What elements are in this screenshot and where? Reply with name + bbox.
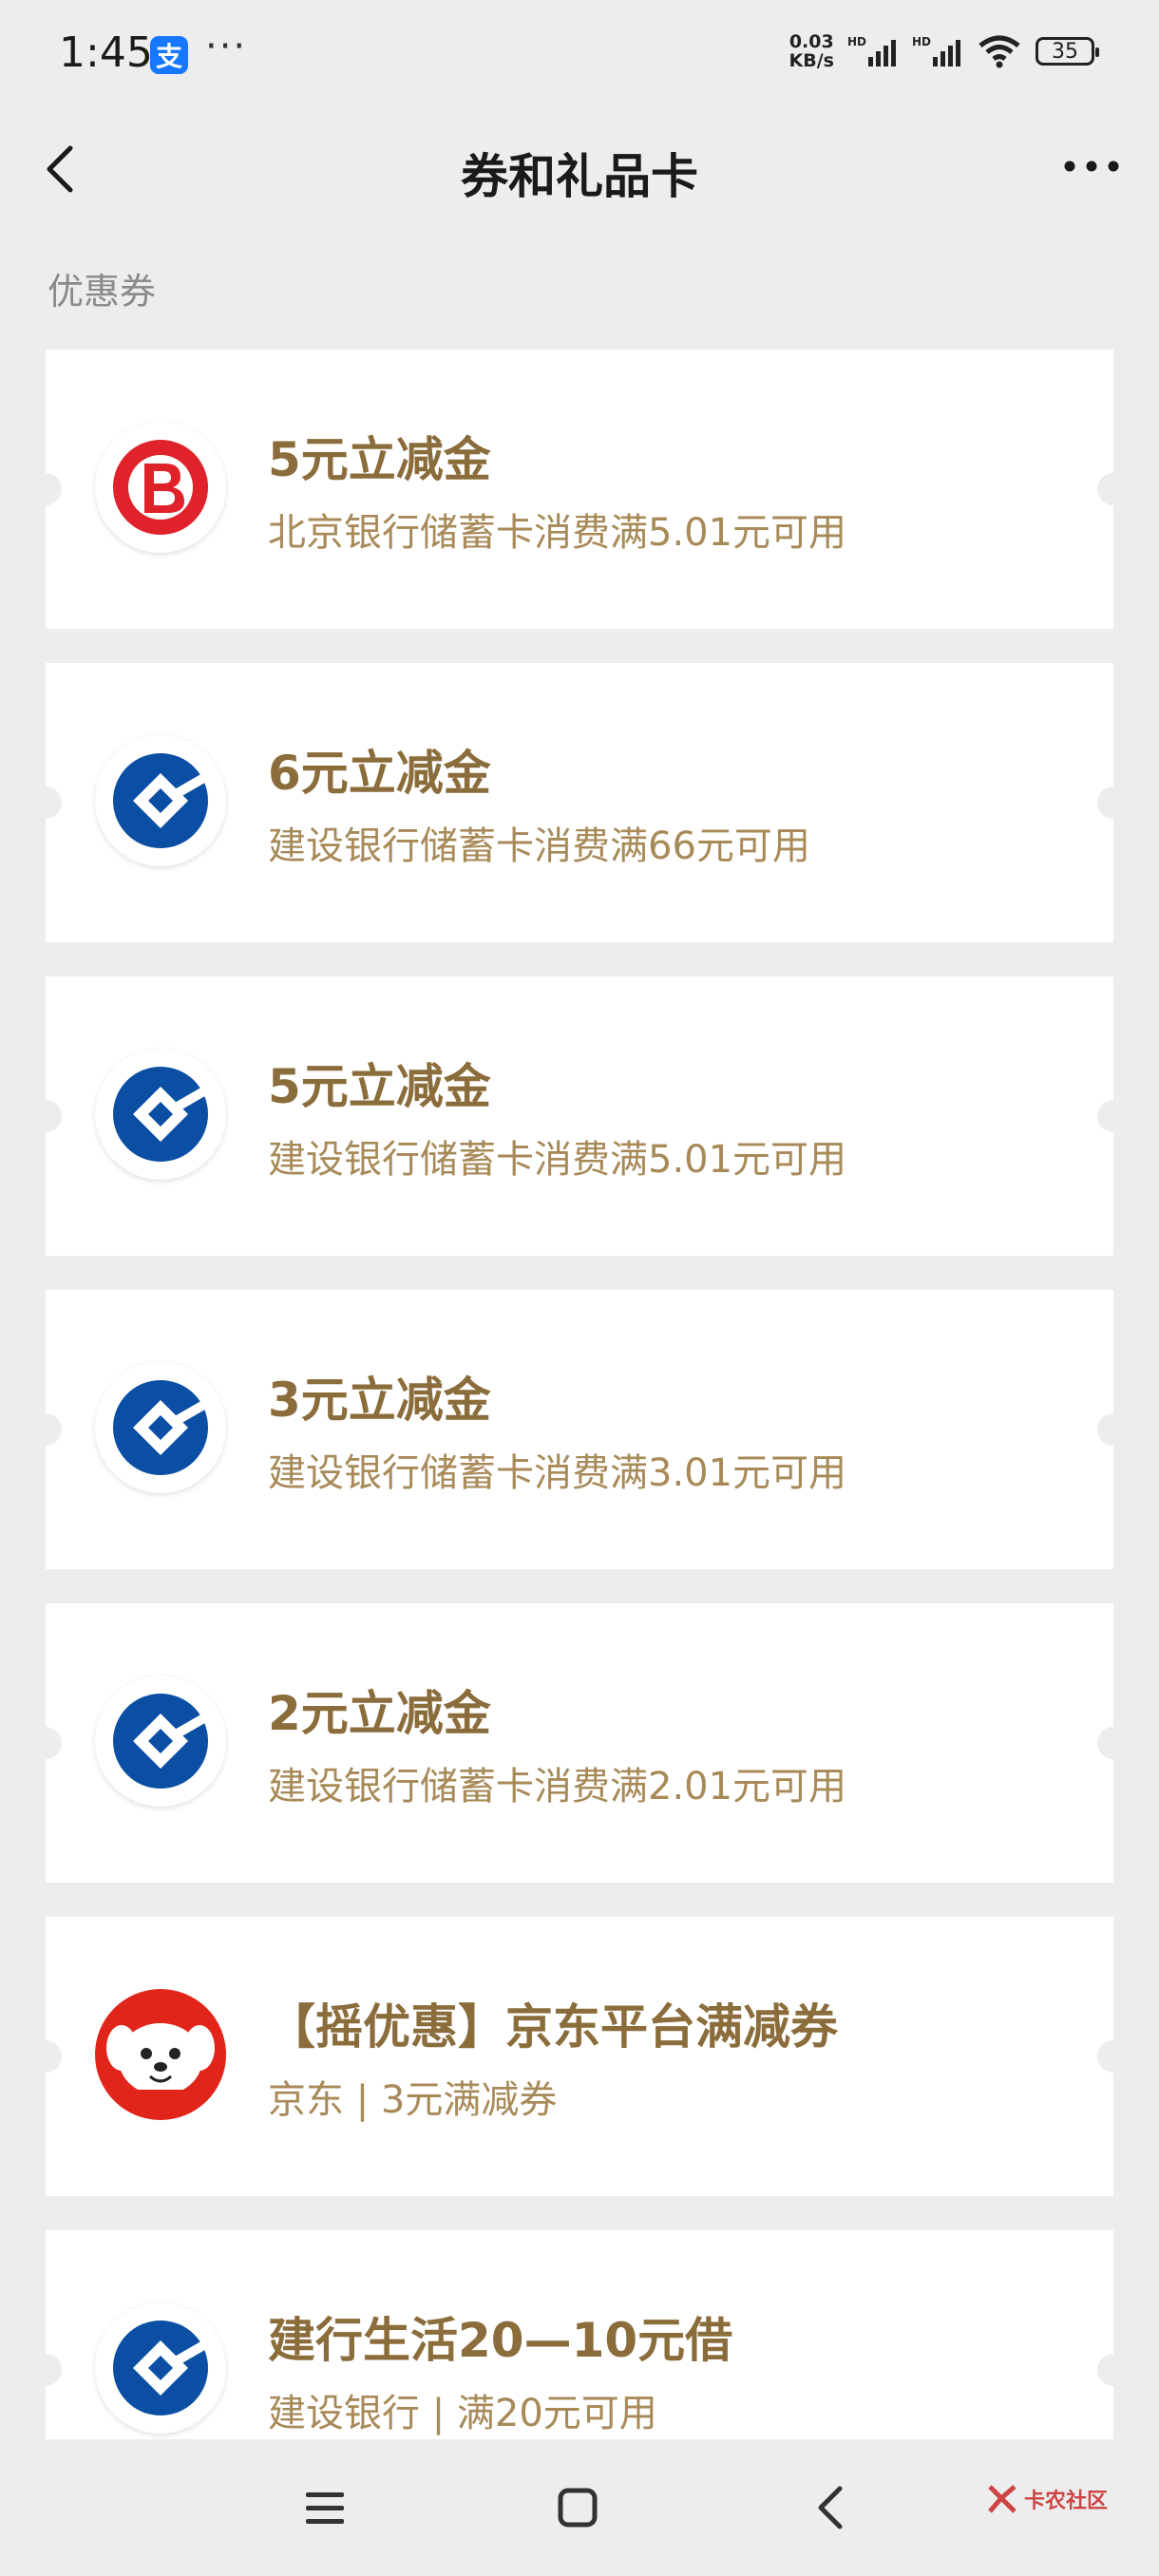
forum-watermark: 卡农社区 (986, 2483, 1108, 2515)
coupon-title: 3元立减金 (268, 1373, 491, 1428)
coupon-card[interactable]: 3元立减金 建设银行储蓄卡消费满3.01元可用 (46, 1290, 1113, 1569)
network-speed: 0.03 KB/s (788, 31, 834, 71)
system-navigation-bar: 卡农社区 (0, 2439, 1159, 2576)
coupon-list: 5元立减金 北京银行储蓄卡消费满5.01元可用 6元立减金 建设银行储蓄卡消费满… (46, 350, 1113, 2439)
coupon-card[interactable]: 【摇优惠】京东平台满减券 京东 | 3元满减券 (46, 1917, 1113, 2196)
more-dots-icon (1064, 161, 1119, 172)
wifi-icon (978, 35, 1020, 68)
signal-hd-icon-2: HD (912, 35, 960, 66)
status-indicators: 0.03 KB/s HD HD 35 (788, 31, 1099, 71)
menu-icon[interactable] (296, 2479, 353, 2536)
coupon-description: 京东 | 3元满减券 (268, 2078, 558, 2122)
coupon-title: 2元立减金 (268, 1686, 491, 1741)
coupon-card[interactable]: 5元立减金 建设银行储蓄卡消费满5.01元可用 (46, 976, 1113, 1256)
coupon-title: 5元立减金 (268, 1059, 491, 1114)
status-bar: 1:45 支 ··· 0.03 KB/s HD HD 35 (0, 0, 1159, 114)
ccb-logo-icon (95, 735, 226, 866)
ccb-logo-icon (95, 1362, 226, 1493)
coupon-card[interactable]: 2元立减金 建设银行储蓄卡消费满2.01元可用 (46, 1603, 1113, 1883)
signal-hd-icon: HD (847, 35, 896, 66)
nav-bar: 券和礼品卡 (0, 114, 1159, 218)
coupon-title: 5元立减金 (268, 432, 491, 487)
ccb-logo-icon (95, 2302, 226, 2434)
svg-text:HD: HD (912, 35, 931, 48)
alipay-notification-icon: 支 (150, 36, 188, 74)
coupon-title: 6元立减金 (268, 746, 491, 801)
more-options-button[interactable] (1058, 142, 1125, 190)
page-title: 券和礼品卡 (461, 149, 698, 204)
coupon-description: 建设银行储蓄卡消费满66元可用 (268, 824, 810, 868)
ccb-logo-icon (95, 1049, 226, 1180)
status-time: 1:45 (59, 28, 153, 77)
watermark-logo-icon (988, 2485, 1016, 2513)
coupon-card[interactable]: 6元立减金 建设银行储蓄卡消费满66元可用 (46, 663, 1113, 942)
coupon-description: 北京银行储蓄卡消费满5.01元可用 (268, 511, 847, 555)
back-nav-icon[interactable] (804, 2479, 861, 2536)
coupon-card[interactable]: 5元立减金 北京银行储蓄卡消费满5.01元可用 (46, 350, 1113, 629)
watermark-text: 卡农社区 (1023, 2490, 1108, 2513)
coupon-description: 建设银行储蓄卡消费满2.01元可用 (268, 1765, 847, 1809)
coupon-card[interactable]: 建行生活20—10元借 建设银行 | 满20元可用 (46, 2230, 1113, 2439)
jd-joy-logo-icon (95, 1989, 226, 2120)
ccb-logo-icon (95, 1676, 226, 1807)
coupon-title: 建行生活20—10元借 (268, 2313, 733, 2368)
section-label-coupons: 优惠券 (48, 271, 157, 313)
more-notifications-icon: ··· (205, 25, 248, 68)
bank-of-beijing-logo-icon (95, 422, 226, 553)
svg-text:HD: HD (847, 35, 866, 48)
coupon-description: 建设银行储蓄卡消费满5.01元可用 (268, 1138, 847, 1182)
battery-icon: 35 (1036, 37, 1099, 66)
coupon-description: 建设银行储蓄卡消费满3.01元可用 (268, 1451, 847, 1495)
home-icon[interactable] (549, 2479, 606, 2536)
coupon-title: 【摇优惠】京东平台满减券 (268, 1999, 838, 2055)
coupon-description: 建设银行 | 满20元可用 (268, 2392, 657, 2435)
